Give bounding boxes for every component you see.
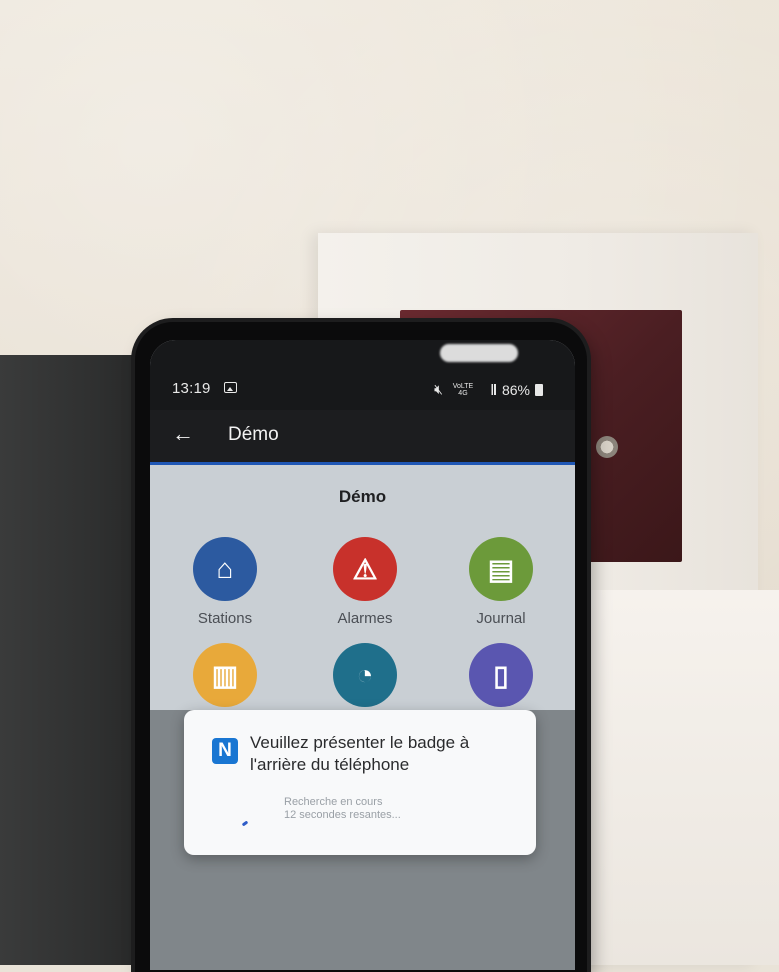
status-icons: 🔇︎ VoLTE 4G 86% [434,381,543,398]
status-time: 13:19 [172,380,211,397]
tile-statistics[interactable]: ▥ [165,643,285,707]
signal-icon [482,384,497,395]
tile-stations[interactable]: ⌂ Stations [165,537,285,627]
mobile-phone-icon: ▯ [469,643,533,707]
bar-chart-icon: ▥ [193,643,257,707]
tile-label: Stations [197,610,253,627]
magnifier-chart-icon: ◔ [333,643,397,707]
nfc-status: Recherche en cours 12 secondes resantes.… [284,796,401,822]
tile-analysis[interactable]: ◔ [305,643,425,707]
gallery-notification-icon [224,382,237,393]
nfc-icon: N [212,738,238,764]
tile-alarmes[interactable]: ⚠ Alarmes [305,537,425,627]
nfc-dialog: N Veuillez présenter le badge à l'arrièr… [184,710,536,855]
tile-mobile[interactable]: ▯ [441,643,561,707]
home-icon: ⌂ [193,537,257,601]
status-line-2: 12 secondes resantes... [284,809,401,821]
mute-icon: 🔇︎ [434,381,443,397]
door-frame [585,590,779,965]
arrow-left-icon[interactable]: ← [172,421,194,447]
phone-screen: 13:19 🔇︎ VoLTE 4G 86% ← Démo Démo ⌂ Stat… [150,340,575,970]
tile-label: Journal [476,610,526,627]
page-title: Démo [338,487,387,506]
warning-icon: ⚠ [333,537,397,601]
reader-screw [596,436,618,458]
tile-journal[interactable]: ▤ Journal [441,537,561,627]
loading-spinner [241,820,249,827]
app-bar: ← Démo [150,410,575,465]
network-type: VoLTE 4G [452,382,474,397]
battery-icon [535,383,543,396]
nfc-message: Veuillez présenter le badge à l'arrière … [250,733,470,774]
main-content: Démo ⌂ Stations ⚠ Alarmes ▤ Journal ▥ ◔ … [150,465,575,970]
document-icon: ▤ [469,537,533,601]
app-bar-title: Démo [228,424,279,445]
status-line-1: Recherche en cours [284,796,383,808]
status-bar: 13:19 🔇︎ VoLTE 4G 86% [150,340,575,410]
tile-label: Alarmes [337,610,393,627]
battery-percent: 86% [501,381,530,398]
